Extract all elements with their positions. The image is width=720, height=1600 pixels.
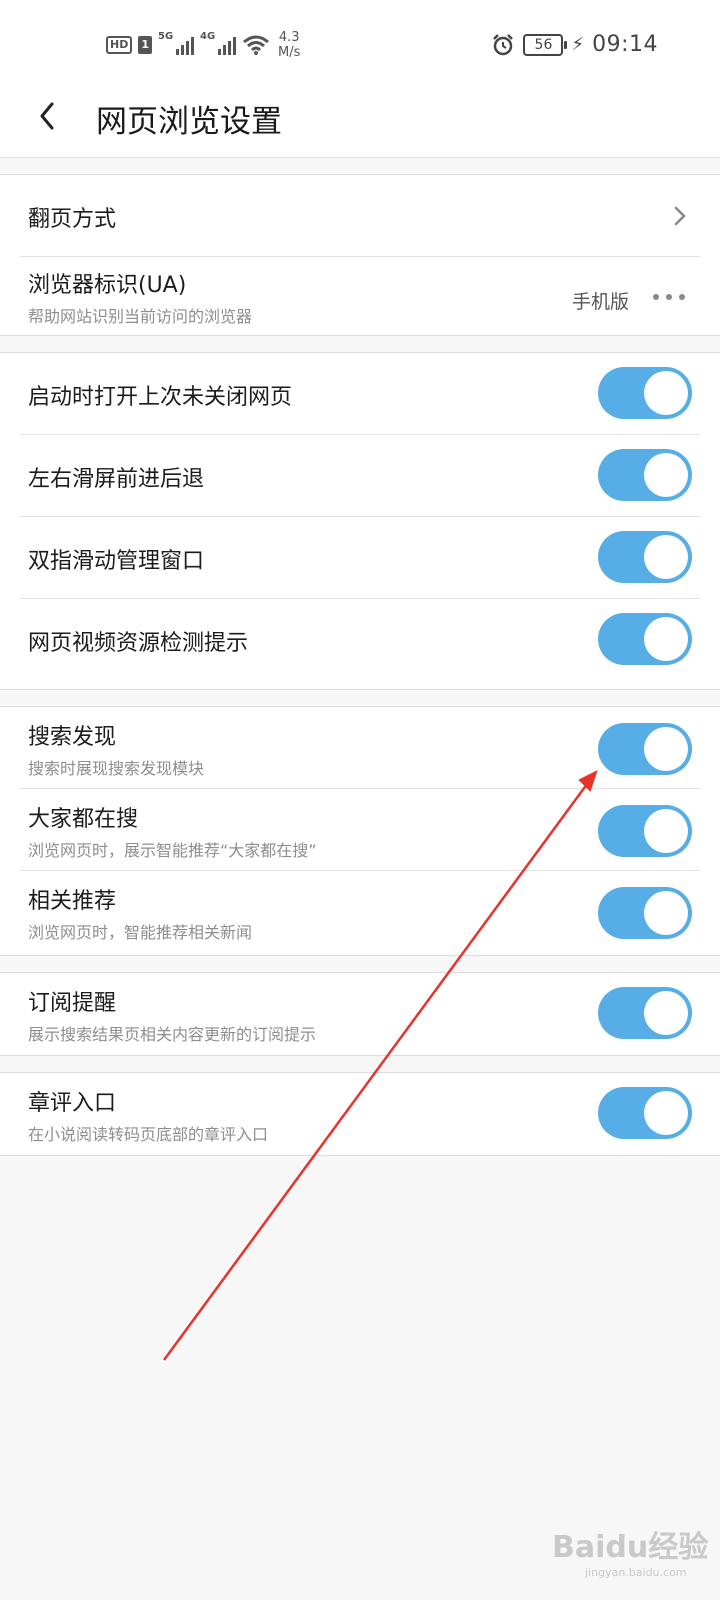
ua-value: 手机版 [572, 291, 630, 313]
sim-icon: 1 [138, 36, 152, 54]
setting-description: 浏览网页时，展示智能推荐“大家都在搜” [28, 841, 317, 860]
settings-group-general: 翻页方式 浏览器标识(UA) 帮助网站识别当前访问的浏览器 手机版 [0, 174, 720, 336]
setting-description: 展示搜索结果页相关内容更新的订阅提示 [28, 1025, 317, 1044]
setting-related-recommend[interactable]: 相关推荐 浏览网页时，智能推荐相关新闻 [0, 871, 720, 953]
more-dots-icon[interactable] [652, 293, 686, 301]
watermark-url: jingyan.baidu.com [585, 1566, 687, 1579]
toggle-switch[interactable] [598, 887, 692, 939]
speed-value: 4.3 [278, 30, 300, 45]
setting-label: 网页视频资源检测提示 [28, 631, 249, 656]
setting-search-discover[interactable]: 搜索发现 搜索时展现搜索发现模块 [0, 707, 720, 789]
settings-group-search: 搜索发现 搜索时展现搜索发现模块 大家都在搜 浏览网页时，展示智能推荐“大家都在… [0, 706, 720, 956]
watermark-logo: Baidu经验 [552, 1530, 709, 1565]
clock: 09:14 [592, 32, 658, 57]
setting-label: 左右滑屏前进后退 [28, 467, 205, 492]
setting-description: 搜索时展现搜索发现模块 [28, 759, 205, 778]
setting-description: 浏览网页时，智能推荐相关新闻 [28, 923, 253, 942]
setting-page-turn[interactable]: 翻页方式 [0, 175, 720, 257]
toggle-switch[interactable] [598, 367, 692, 419]
network-speed: 4.3 M/s [278, 30, 300, 60]
signal-icon-2: 4G [200, 31, 236, 57]
settings-group-comments: 章评入口 在小说阅读转码页底部的章评入口 [0, 1072, 720, 1156]
setting-description: 帮助网站识别当前访问的浏览器 [28, 307, 253, 326]
network-type-label-2: 4G [200, 31, 216, 42]
battery-icon: 56 [523, 33, 568, 56]
toggle-switch[interactable] [598, 449, 692, 501]
setting-trending-search[interactable]: 大家都在搜 浏览网页时，展示智能推荐“大家都在搜” [0, 789, 720, 871]
app-header: 网页浏览设置 [0, 92, 720, 158]
speed-unit: M/s [278, 45, 301, 60]
setting-label: 订阅提醒 [28, 991, 117, 1016]
network-type-label: 5G [158, 31, 174, 42]
settings-group-gestures: 启动时打开上次未关闭网页 左右滑屏前进后退 双指滑动管理窗口 网页视频资源检测提… [0, 352, 720, 690]
toggle-switch[interactable] [598, 531, 692, 583]
setting-label: 搜索发现 [28, 725, 117, 750]
status-left: HD 1 5G 4G 4.3 M/s [106, 30, 300, 60]
setting-subscribe-reminder[interactable]: 订阅提醒 展示搜索结果页相关内容更新的订阅提示 [0, 973, 720, 1055]
toggle-switch[interactable] [598, 1087, 692, 1139]
toggle-switch[interactable] [598, 613, 692, 665]
chevron-right-icon [674, 206, 686, 226]
setting-video-detect[interactable]: 网页视频资源检测提示 [0, 599, 720, 681]
setting-label: 浏览器标识(UA) [28, 273, 187, 298]
setting-chapter-comments[interactable]: 章评入口 在小说阅读转码页底部的章评入口 [0, 1073, 720, 1155]
settings-group-subscribe: 订阅提醒 展示搜索结果页相关内容更新的订阅提示 [0, 972, 720, 1056]
status-right: 56 ⚡ 09:14 [491, 32, 658, 57]
setting-description: 在小说阅读转码页底部的章评入口 [28, 1125, 269, 1144]
setting-label: 双指滑动管理窗口 [28, 549, 205, 574]
wifi-icon [243, 35, 269, 55]
setting-browser-ua[interactable]: 浏览器标识(UA) 帮助网站识别当前访问的浏览器 手机版 [0, 255, 720, 337]
setting-label: 相关推荐 [28, 889, 117, 914]
charging-icon: ⚡ [571, 34, 585, 55]
setting-label: 启动时打开上次未关闭网页 [28, 385, 293, 410]
signal-icon: 5G [158, 31, 194, 57]
setting-label: 翻页方式 [28, 207, 117, 232]
toggle-switch[interactable] [598, 805, 692, 857]
setting-label: 大家都在搜 [28, 807, 139, 832]
status-bar: HD 1 5G 4G 4.3 M/s 56 ⚡ 09:14 [0, 0, 720, 92]
setting-restore-tabs[interactable]: 启动时打开上次未关闭网页 [0, 353, 720, 435]
setting-swipe-nav[interactable]: 左右滑屏前进后退 [0, 435, 720, 517]
toggle-switch[interactable] [598, 987, 692, 1039]
toggle-switch[interactable] [598, 723, 692, 775]
hd-icon: HD [106, 36, 133, 54]
page-title: 网页浏览设置 [96, 104, 282, 140]
setting-label: 章评入口 [28, 1091, 117, 1116]
back-arrow-icon[interactable] [32, 96, 64, 136]
alarm-icon [493, 33, 514, 55]
setting-two-finger[interactable]: 双指滑动管理窗口 [0, 517, 720, 599]
